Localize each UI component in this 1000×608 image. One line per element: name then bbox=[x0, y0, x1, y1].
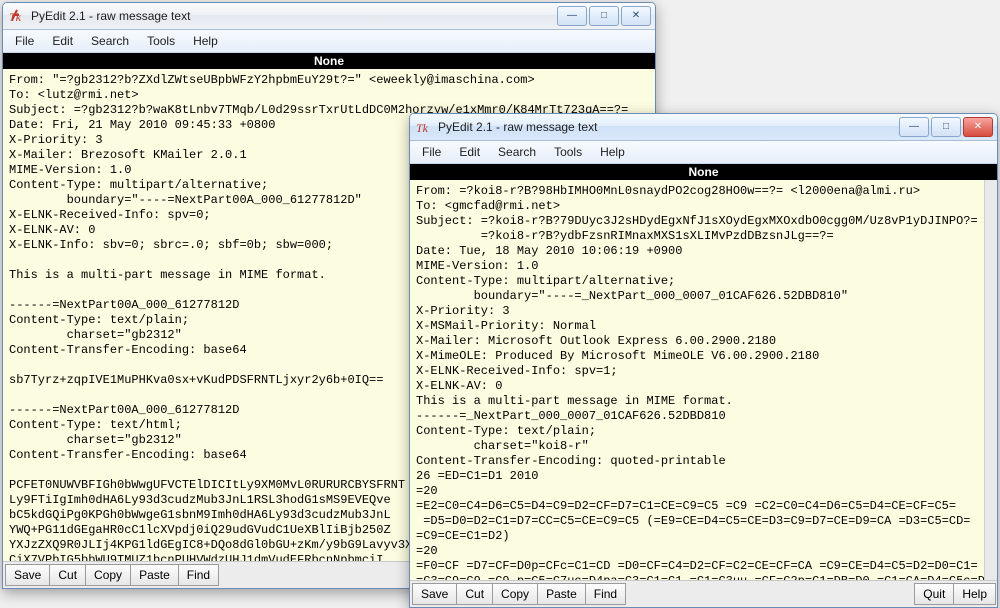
maximize-button[interactable]: □ bbox=[589, 6, 619, 26]
vertical-scrollbar[interactable] bbox=[984, 180, 997, 580]
menu-tools[interactable]: Tools bbox=[139, 32, 183, 50]
quit-button[interactable]: Quit bbox=[914, 583, 954, 605]
copy-button[interactable]: Copy bbox=[85, 564, 131, 586]
menubar: File Edit Search Tools Help bbox=[410, 141, 997, 164]
text-area[interactable]: From: =?koi8-r?B?98HbIMHO0MnL0snaydPO2co… bbox=[410, 180, 997, 580]
editor-window-front: Tk PyEdit 2.1 - raw message text — □ ✕ F… bbox=[409, 113, 998, 608]
cut-button[interactable]: Cut bbox=[49, 564, 86, 586]
menu-tools[interactable]: Tools bbox=[546, 143, 590, 161]
copy-button[interactable]: Copy bbox=[492, 583, 538, 605]
svg-text:Tk: Tk bbox=[416, 121, 429, 135]
cut-button[interactable]: Cut bbox=[456, 583, 493, 605]
app-icon: Tk bbox=[9, 8, 25, 24]
window-controls: — □ ✕ bbox=[899, 117, 993, 137]
menu-edit[interactable]: Edit bbox=[44, 32, 81, 50]
maximize-button[interactable]: □ bbox=[931, 117, 961, 137]
menu-file[interactable]: File bbox=[414, 143, 449, 161]
close-button[interactable]: ✕ bbox=[621, 6, 651, 26]
close-button[interactable]: ✕ bbox=[963, 117, 993, 137]
menu-edit[interactable]: Edit bbox=[451, 143, 488, 161]
app-icon: Tk bbox=[416, 119, 432, 135]
minimize-button[interactable]: — bbox=[899, 117, 929, 137]
titlebar[interactable]: Tk PyEdit 2.1 - raw message text — □ ✕ bbox=[3, 3, 655, 30]
find-button[interactable]: Find bbox=[585, 583, 626, 605]
toolbar: Save Cut Copy Paste Find Quit Help bbox=[410, 580, 997, 607]
menu-file[interactable]: File bbox=[7, 32, 42, 50]
paste-button[interactable]: Paste bbox=[537, 583, 586, 605]
window-title: PyEdit 2.1 - raw message text bbox=[438, 120, 899, 134]
titlebar[interactable]: Tk PyEdit 2.1 - raw message text — □ ✕ bbox=[410, 114, 997, 141]
menubar: File Edit Search Tools Help bbox=[3, 30, 655, 53]
header-bar: None bbox=[3, 53, 655, 69]
save-button[interactable]: Save bbox=[5, 564, 50, 586]
minimize-button[interactable]: — bbox=[557, 6, 587, 26]
paste-button[interactable]: Paste bbox=[130, 564, 179, 586]
window-title: PyEdit 2.1 - raw message text bbox=[31, 9, 557, 23]
save-button[interactable]: Save bbox=[412, 583, 457, 605]
find-button[interactable]: Find bbox=[178, 564, 219, 586]
help-button[interactable]: Help bbox=[953, 583, 996, 605]
menu-search[interactable]: Search bbox=[490, 143, 544, 161]
menu-help[interactable]: Help bbox=[185, 32, 226, 50]
svg-text:Tk: Tk bbox=[9, 10, 22, 24]
header-bar: None bbox=[410, 164, 997, 180]
menu-help[interactable]: Help bbox=[592, 143, 633, 161]
text-content[interactable]: From: =?koi8-r?B?98HbIMHO0MnL0snaydPO2co… bbox=[416, 184, 997, 580]
menu-search[interactable]: Search bbox=[83, 32, 137, 50]
window-controls: — □ ✕ bbox=[557, 6, 651, 26]
